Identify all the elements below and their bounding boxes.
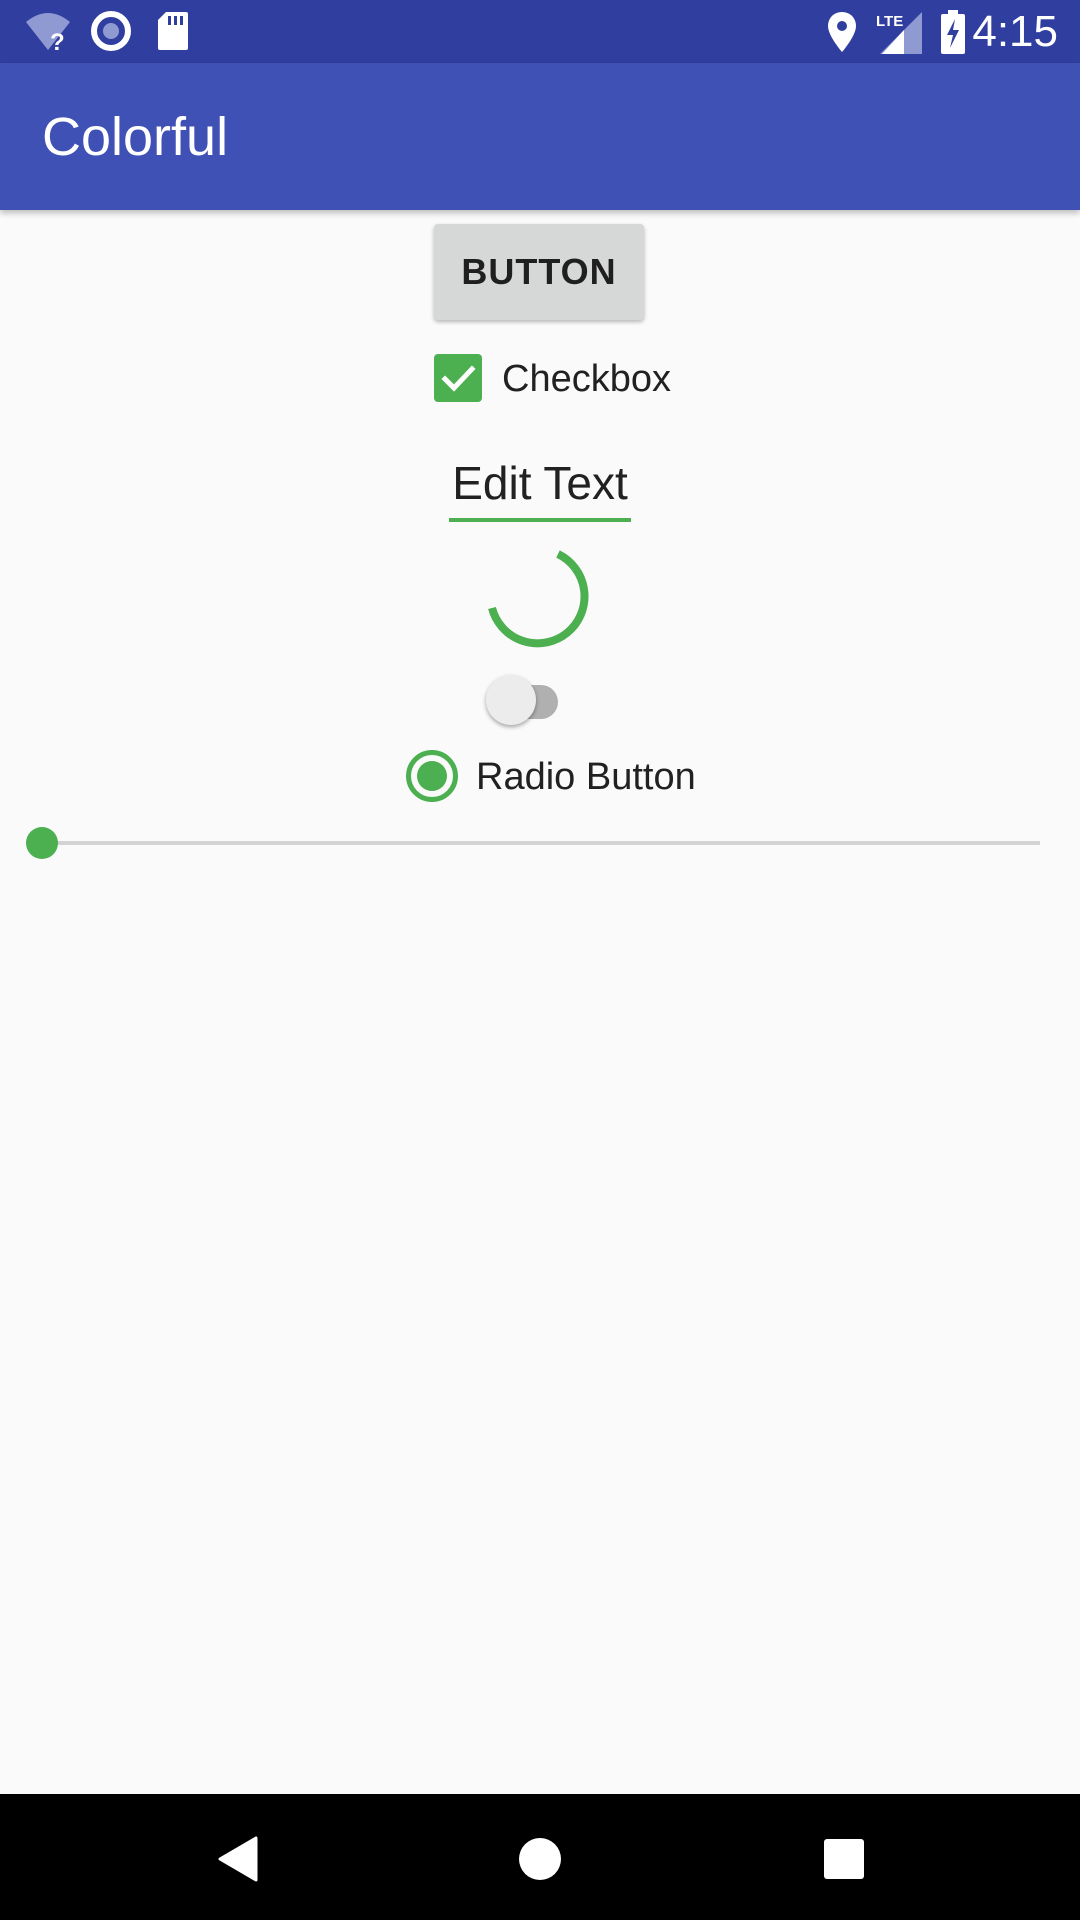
progress-spinner xyxy=(488,550,589,648)
sd-card-icon xyxy=(158,12,188,50)
app-title: Colorful xyxy=(42,107,229,167)
switch-thumb[interactable] xyxy=(486,675,536,725)
svg-text:?: ? xyxy=(50,29,65,52)
checkbox-box[interactable] xyxy=(434,354,482,402)
seekbar[interactable] xyxy=(24,826,1040,860)
sync-icon xyxy=(91,11,131,51)
check-icon xyxy=(441,365,476,392)
wifi-unknown-icon: ? xyxy=(26,13,70,52)
edit-text-field[interactable] xyxy=(449,448,631,522)
main-button[interactable]: BUTTON xyxy=(434,224,644,320)
seekbar-thumb[interactable] xyxy=(26,827,58,859)
battery-charging-icon xyxy=(941,10,965,54)
status-time: 4:15 xyxy=(972,7,1058,56)
lte-label: LTE xyxy=(876,13,903,30)
lte-signal-icon: LTE xyxy=(876,12,922,54)
radio-label: Radio Button xyxy=(476,756,696,798)
navigation-bar xyxy=(0,1794,1080,1920)
checkbox-label: Checkbox xyxy=(502,358,671,400)
recents-icon[interactable] xyxy=(823,1838,865,1880)
app-bar: Colorful xyxy=(0,63,1080,210)
home-icon[interactable] xyxy=(518,1837,562,1881)
seekbar-track[interactable] xyxy=(42,841,1040,845)
status-bar: ? LTE 4:15 xyxy=(0,0,1080,63)
toggle-switch[interactable] xyxy=(486,672,576,728)
location-icon xyxy=(828,12,856,52)
screen: ? LTE 4:15 Colorful BUTTON Checkbox Edit… xyxy=(0,0,1080,1920)
back-icon[interactable] xyxy=(216,1836,258,1882)
radio-dot xyxy=(417,761,447,791)
